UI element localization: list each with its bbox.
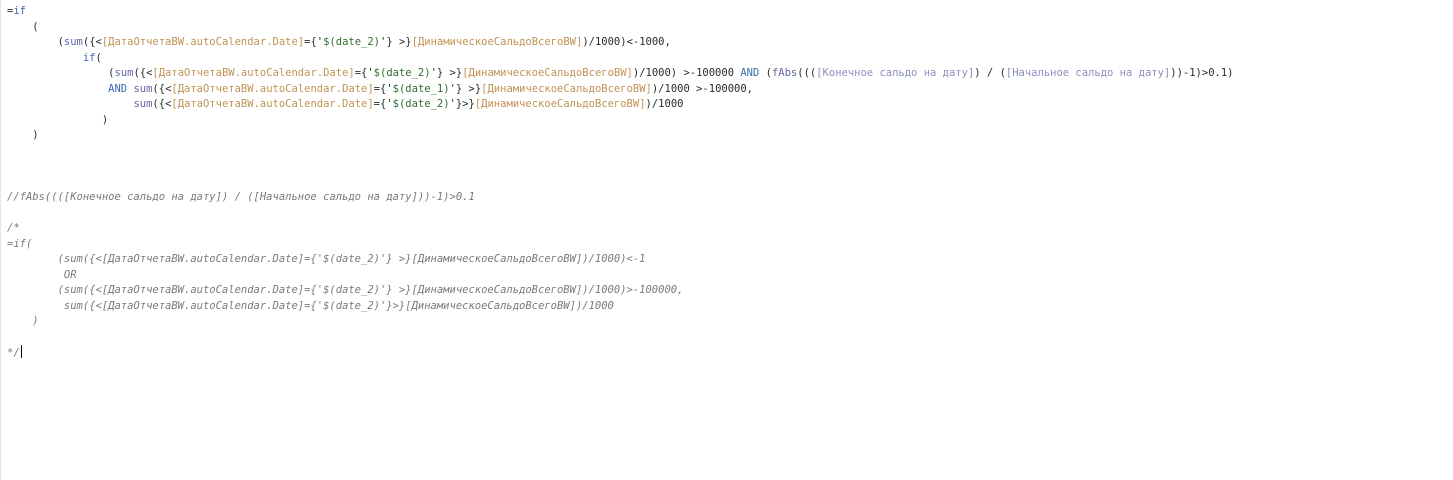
code-token: ({<: [82, 36, 102, 48]
function-token: sum: [63, 36, 83, 48]
code-line: (: [7, 20, 1453, 36]
code-token: ({<: [133, 67, 153, 79]
code-line: =if(: [7, 237, 1453, 253]
code-line: (sum({<[ДатаОтчетаBW.autoCalendar.Date]=…: [7, 35, 1453, 51]
code-token: )/1000) >-100000: [632, 67, 741, 79]
code-token: ={': [373, 98, 393, 110]
field-token: [ДатаОтчетаBW.autoCalendar.Date]: [171, 82, 374, 95]
comment-token: */: [7, 347, 20, 359]
code-line: ): [7, 113, 1453, 129]
comment-token: OR: [7, 268, 77, 281]
comment-token: sum({<[ДатаОтчетаBW.autoCalendar.Date]={…: [7, 299, 614, 312]
function-token: sum: [133, 82, 153, 95]
code-line: */: [7, 345, 1453, 361]
string-token: $(date_2): [373, 67, 431, 79]
keyword-token: if: [82, 51, 96, 64]
code-token: ) / (: [974, 67, 1006, 79]
function-token: fAbs: [771, 67, 798, 79]
code-line: sum({<[ДатаОтчетаBW.autoCalendar.Date]={…: [7, 97, 1453, 113]
field-token: [ДатаОтчетаBW.autoCalendar.Date]: [152, 67, 355, 79]
code-token: (: [7, 36, 64, 48]
code-token: )/1000)<-1000,: [582, 36, 671, 48]
code-token: ={': [304, 36, 324, 48]
code-line: /*: [7, 221, 1453, 237]
code-token: '} >}: [430, 67, 463, 79]
string-token: $(date_2): [323, 36, 381, 48]
code-token: '} >}: [380, 36, 412, 48]
code-line: sum({<[ДатаОтчетаBW.autoCalendar.Date]={…: [7, 299, 1453, 315]
comment-token: (sum({<[ДатаОтчетаBW.autoCalendar.Date]=…: [7, 284, 684, 296]
function-token: sum: [114, 67, 134, 79]
field-token: [ДинамическоеСальдоВсегоBW]: [411, 36, 583, 48]
code-token: '}>}: [449, 98, 475, 110]
code-token: ))-1)>0.1): [1170, 67, 1234, 79]
field-token: [ДинамическоеСальдоВсегоBW]: [474, 98, 646, 110]
string-token: $(date_2): [392, 98, 450, 110]
code-line: AND sum({<[ДатаОтчетаBW.autoCalendar.Dat…: [7, 82, 1453, 98]
code-line: (sum({<[ДатаОтчетаBW.autoCalendar.Date]=…: [7, 283, 1453, 299]
code-line: ): [7, 314, 1453, 330]
field-token: [Конечное сальдо на дату]: [816, 67, 975, 79]
code-line: OR: [7, 268, 1453, 284]
expression-editor[interactable]: =if ( (sum({<[ДатаОтчетаBW.autoCalendar.…: [0, 0, 1453, 480]
function-token: sum: [133, 98, 153, 110]
field-token: [Начальное сальдо на дату]: [1005, 67, 1171, 79]
text-caret: [20, 345, 22, 358]
field-token: [ДинамическоеСальдоВсегоBW]: [481, 82, 652, 95]
code-line: //fAbs((([Конечное сальдо на дату]) / ([…: [7, 190, 1453, 206]
keyword-token: AND: [108, 82, 128, 95]
comment-token: //fAbs((([Конечное сальдо на дату]) / ([…: [7, 191, 475, 203]
string-token: $(date_1): [392, 82, 450, 95]
keyword-token: AND: [740, 67, 760, 79]
code-token: ): [7, 129, 39, 141]
code-line: ): [7, 128, 1453, 144]
comment-token: (sum({<[ДатаОтчетаBW.autoCalendar.Date]=…: [7, 253, 646, 265]
code-token: ={': [354, 67, 374, 79]
code-token: )/1000: [645, 98, 684, 110]
code-token: (: [7, 67, 115, 79]
code-token: (: [759, 67, 772, 79]
field-token: [ДинамическоеСальдоВсегоBW]: [462, 67, 633, 79]
code-token: ({<: [152, 98, 172, 110]
code-token: (((: [797, 67, 817, 79]
code-area[interactable]: =if ( (sum({<[ДатаОтчетаBW.autoCalendar.…: [7, 4, 1453, 361]
code-line: if(: [7, 51, 1453, 67]
code-line: =if: [7, 4, 1453, 20]
comment-token: =if(: [7, 237, 33, 250]
comment-token: /*: [7, 222, 20, 234]
code-token: ={': [373, 82, 393, 95]
code-token: (: [95, 51, 102, 64]
comment-token: ): [7, 315, 39, 327]
field-token: [ДатаОтчетаBW.autoCalendar.Date]: [101, 36, 305, 48]
code-token: ): [7, 113, 109, 126]
code-line: (sum({<[ДатаОтчетаBW.autoCalendar.Date]=…: [7, 252, 1453, 268]
keyword-token: if: [13, 5, 26, 17]
code-token: ({<: [152, 82, 172, 95]
code-token: (: [7, 20, 39, 33]
code-token: '} >}: [449, 82, 482, 95]
field-token: [ДатаОтчетаBW.autoCalendar.Date]: [171, 98, 374, 110]
code-line: (sum({<[ДатаОтчетаBW.autoCalendar.Date]=…: [7, 66, 1453, 82]
code-token: )/1000 >-100000,: [651, 82, 754, 95]
